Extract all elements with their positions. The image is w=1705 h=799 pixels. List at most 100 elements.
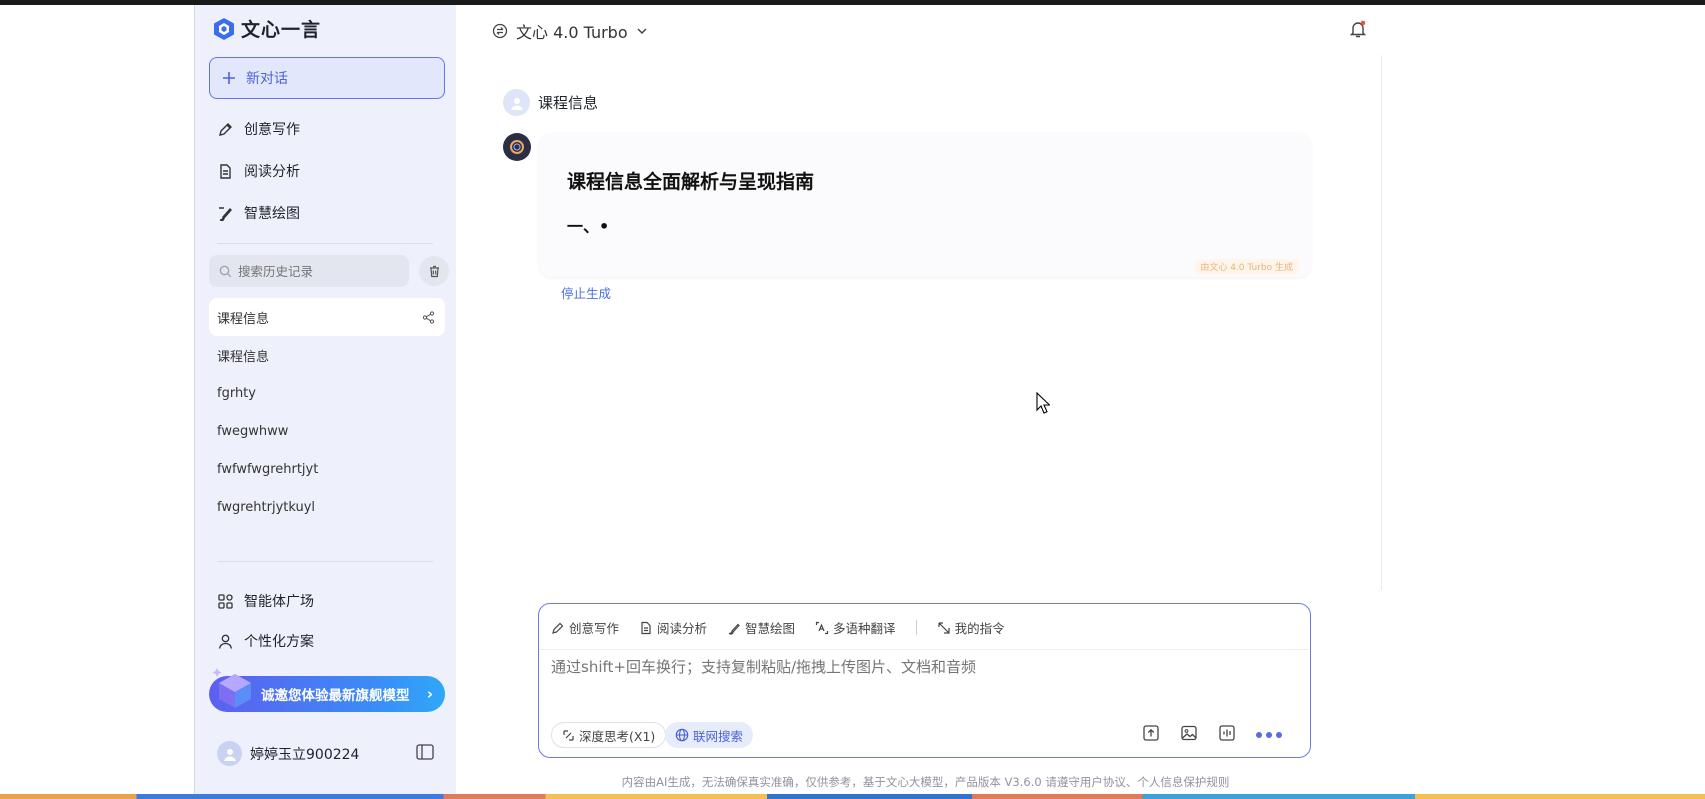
assistant-answer-card: 课程信息全面解析与呈现指南 一、• 由文心 4.0 Turbo 生成 [539, 133, 1311, 277]
nav-label: 创意写作 [244, 122, 300, 138]
avatar [217, 741, 242, 766]
share-icon[interactable] [422, 310, 435, 324]
notification-button[interactable] [1348, 19, 1368, 43]
history-item-label: 课程信息 [217, 349, 270, 365]
history-item[interactable]: 课程信息 [209, 336, 445, 374]
tool-label: 多语种翻译 [833, 621, 896, 636]
assistant-avatar [503, 133, 531, 161]
brush-icon [219, 206, 232, 221]
prompt-input[interactable] [551, 656, 1291, 696]
deep-think-icon [563, 729, 574, 741]
globe-icon [675, 728, 689, 742]
nav-personalization[interactable]: 个性化方案 [217, 631, 314, 651]
plus-icon [223, 72, 235, 84]
trash-icon [429, 265, 439, 277]
history-item[interactable]: fwgrehtrjytkuyl [209, 488, 445, 526]
nav-label: 阅读分析 [244, 164, 300, 180]
ernie-bot-icon [510, 140, 524, 154]
tool-label: 阅读分析 [657, 621, 708, 636]
person-icon [218, 634, 233, 649]
nav-smart-drawing[interactable]: 智慧绘图 [217, 203, 300, 223]
mouse-cursor-icon [1036, 392, 1050, 414]
tool-creative-writing[interactable]: 创意写作 [551, 618, 619, 637]
app-window: 文心一言 新对话 创意写作 阅读分析 智慧绘图 课程信息 [194, 5, 1395, 794]
sidebar: 文心一言 新对话 创意写作 阅读分析 智慧绘图 课程信息 [195, 5, 456, 794]
command-icon [937, 621, 950, 634]
generated-by-badge: 由文心 4.0 Turbo 生成 [1194, 259, 1299, 274]
nav-label: 智能体广场 [244, 594, 314, 610]
upload-icon [1143, 725, 1159, 741]
deep-think-toggle[interactable]: 深度思考(X1) [551, 722, 667, 748]
history-item-label: fwgrehtrjytkuyl [217, 499, 316, 515]
nav-label: 智慧绘图 [244, 206, 300, 222]
history-item-label: fwfwfwgrehrtjyt [217, 461, 319, 477]
message-composer: 创意写作 阅读分析 智慧绘图 多语种翻译 我的指令 通过shift+回车换行；支… [538, 603, 1311, 758]
history-item[interactable]: fwegwhww [209, 412, 445, 450]
tool-translation[interactable]: 多语种翻译 [815, 618, 896, 637]
voice-input-button[interactable] [1218, 724, 1236, 746]
more-options-button[interactable] [1255, 726, 1283, 745]
grid-icon [218, 593, 233, 609]
taskbar-color-strip [0, 794, 1705, 799]
user-icon [510, 97, 523, 110]
app-name: 文心一言 [241, 19, 322, 41]
user-name: 婷婷玉立900224 [250, 746, 360, 763]
flagship-model-promo[interactable]: 诚邀您体验最新旗舰模型 › [209, 668, 445, 712]
collapse-sidebar-button[interactable] [416, 744, 434, 764]
history-item-label: 课程信息 [217, 311, 270, 327]
history-item[interactable]: 课程信息 [209, 298, 445, 336]
chevron-down-icon [637, 28, 647, 35]
new-chat-button[interactable]: 新对话 [209, 57, 445, 99]
tool-label: 智慧绘图 [745, 621, 796, 636]
more-dots-icon [1256, 732, 1282, 738]
user-profile[interactable]: 婷婷玉立900224 [217, 741, 359, 766]
answer-title: 课程信息全面解析与呈现指南 [567, 171, 815, 193]
image-icon [1181, 725, 1197, 741]
model-name: 文心 4.0 Turbo [516, 23, 628, 42]
document-icon [220, 163, 231, 179]
tool-my-commands[interactable]: 我的指令 [937, 618, 1005, 637]
clear-history-button[interactable] [419, 256, 449, 286]
translate-icon [815, 621, 829, 634]
user-message-text: 课程信息 [538, 94, 599, 112]
history-item-label: fwegwhww [217, 423, 289, 439]
history-item[interactable]: fwfwfwgrehrtjyt [209, 450, 445, 488]
tool-smart-drawing[interactable]: 智慧绘图 [727, 618, 795, 637]
sidebar-divider [217, 243, 433, 244]
nav-creative-writing[interactable]: 创意写作 [217, 119, 300, 139]
deep-think-label: 深度思考(X1) [579, 728, 656, 744]
web-search-toggle[interactable]: 联网搜索 [665, 722, 754, 748]
history-list: 课程信息 课程信息 fgrhty fwegwhww fwfwfwgrehrtjy… [209, 298, 445, 548]
web-search-label: 联网搜索 [693, 728, 744, 744]
history-item-label: fgrhty [217, 385, 256, 401]
answer-text: 一、• [567, 217, 610, 236]
user-icon [223, 748, 236, 761]
history-item[interactable]: fgrhty [209, 374, 445, 412]
avatar [503, 89, 530, 116]
toolbar-separator [915, 620, 917, 635]
app-logo[interactable]: 文心一言 [213, 15, 321, 42]
search-icon [219, 265, 232, 277]
composer-toolbar: 创意写作 阅读分析 智慧绘图 多语种翻译 我的指令 [551, 618, 1025, 637]
stop-generation-button[interactable]: 停止生成 [561, 283, 611, 302]
sidebar-divider [217, 561, 433, 562]
history-search[interactable] [209, 255, 409, 287]
sidebar-toggle-icon [416, 744, 434, 760]
logo-icon [214, 17, 234, 40]
disclaimer-footer: 内容由AI生成，无法确保真实准确，仅供参考，基于文心大模型，产品版本 V3.6.… [621, 775, 1230, 789]
brush-icon [728, 623, 740, 634]
audio-icon [1219, 725, 1235, 741]
user-message: 课程信息 [503, 89, 598, 116]
tool-reading-analysis[interactable]: 阅读分析 [639, 618, 707, 637]
bell-icon [1349, 20, 1367, 38]
search-input[interactable] [238, 263, 398, 279]
nav-agent-plaza[interactable]: 智能体广场 [217, 591, 314, 611]
model-selector[interactable]: 文心 4.0 Turbo [492, 19, 648, 43]
tool-label: 创意写作 [569, 621, 620, 636]
promo-label: 诚邀您体验最新旗舰模型 [261, 688, 410, 704]
upload-image-button[interactable] [1180, 724, 1198, 746]
upload-file-button[interactable] [1142, 724, 1160, 746]
model-icon [492, 23, 508, 39]
nav-reading-analysis[interactable]: 阅读分析 [217, 161, 300, 181]
scrollbar[interactable] [1381, 55, 1389, 590]
